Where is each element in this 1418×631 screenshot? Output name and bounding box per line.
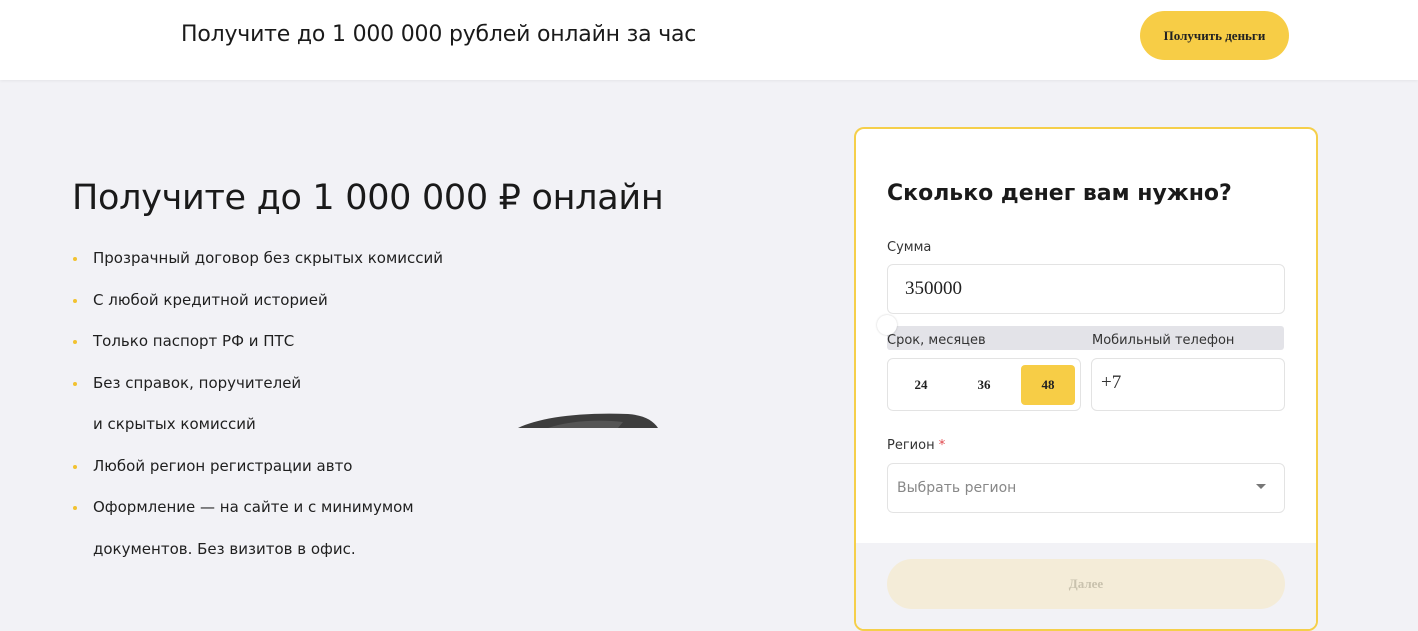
term-option-24[interactable]: 24 — [894, 365, 948, 405]
form-footer: Далее — [856, 543, 1316, 629]
amount-slider-thumb[interactable] — [877, 315, 897, 335]
required-mark: * — [938, 438, 946, 453]
feature-item-continuation: и скрытых комиссий — [93, 415, 256, 433]
term-option-48[interactable]: 48 — [1021, 365, 1075, 405]
get-money-button[interactable]: Получить деньги — [1140, 11, 1289, 60]
feature-item: Оформление — на сайте и с минимумом — [72, 487, 443, 529]
top-header: Получите до 1 000 000 рублей онлайн за ч… — [0, 0, 1418, 80]
phone-value: +7 — [1101, 372, 1122, 393]
feature-item: Любой регион регистрации авто — [72, 446, 443, 488]
feature-item: С любой кредитной историей — [72, 280, 443, 322]
hero-title: Получите до 1 000 000 ₽ онлайн — [72, 178, 664, 218]
header-title: Получите до 1 000 000 рублей онлайн за ч… — [181, 22, 697, 47]
term-option-36[interactable]: 36 — [957, 365, 1011, 405]
feature-item: Только паспорт РФ и ПТС — [72, 321, 443, 363]
phone-label: Мобильный телефон — [1092, 333, 1235, 348]
term-selector: 24 36 48 — [887, 358, 1081, 411]
region-placeholder: Выбрать регион — [897, 480, 1017, 496]
feature-item: Без справок, поручителей — [72, 363, 443, 405]
region-label-text: Регион — [887, 438, 935, 453]
car-image-fragment — [518, 412, 658, 428]
amount-label: Сумма — [887, 240, 932, 255]
form-title: Сколько денег вам нужно? — [887, 181, 1232, 206]
next-button[interactable]: Далее — [887, 559, 1285, 609]
amount-value: 350000 — [905, 278, 962, 299]
chevron-down-icon — [1256, 484, 1266, 489]
feature-item: Прозрачный договор без скрытых комиссий — [72, 238, 443, 280]
loan-form-card: Сколько денег вам нужно? Сумма 350000 Ср… — [854, 127, 1318, 631]
region-select[interactable]: Выбрать регион — [887, 463, 1285, 513]
amount-input[interactable]: 350000 — [887, 264, 1285, 314]
feature-item-continuation: документов. Без визитов в офис. — [93, 539, 356, 558]
feature-list: Прозрачный договор без скрытых комиссий … — [72, 238, 443, 570]
term-label: Срок, месяцев — [887, 333, 986, 348]
region-label: Регион * — [887, 438, 945, 453]
phone-input[interactable]: +7 — [1091, 358, 1285, 411]
